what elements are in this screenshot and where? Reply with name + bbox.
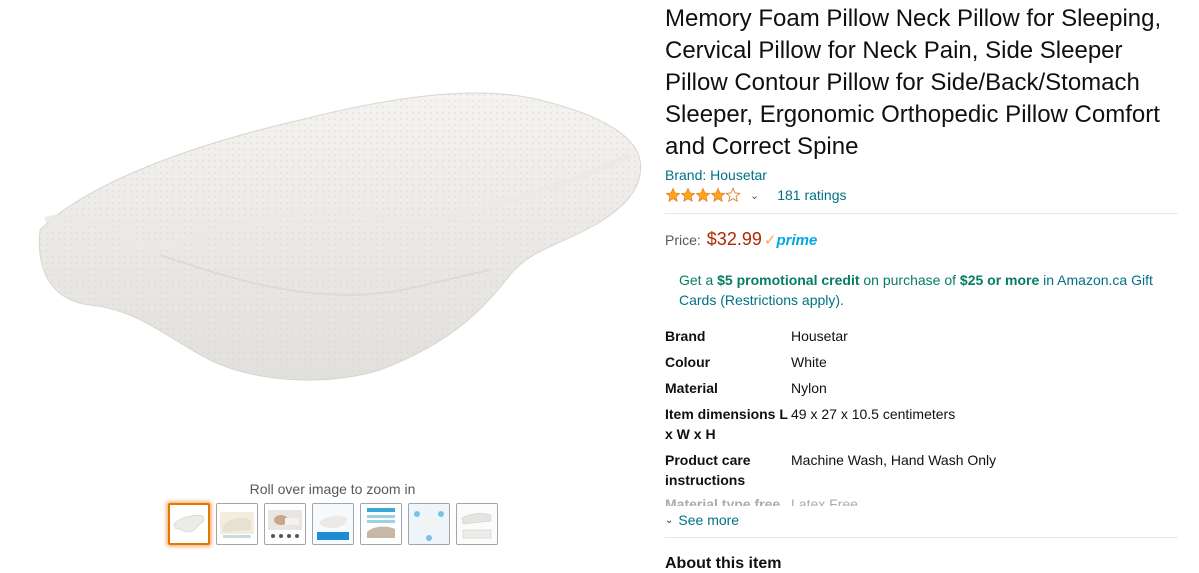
star-empty-icon [725,187,741,203]
product-details: Memory Foam Pillow Neck Pillow for Sleep… [665,0,1180,573]
spec-key: Material [665,380,718,396]
thumbnail-4[interactable] [312,503,354,545]
spec-key: Colour [665,354,711,370]
star-rating[interactable] [665,187,741,203]
spec-value: White [791,354,827,370]
spec-row-truncated: Material type free Latex Free [665,494,1180,506]
thumbnail-7[interactable] [456,503,498,545]
thumbnail-6[interactable] [408,503,450,545]
thumbnail-1[interactable] [168,503,210,545]
thumbnail-3[interactable] [264,503,306,545]
main-product-image[interactable] [20,80,650,410]
zoom-hint: Roll over image to zoom in [249,481,416,497]
spec-value: Machine Wash, Hand Wash Only [791,452,997,468]
rating-row: ⌄ 181 ratings [665,185,1180,205]
spec-value: Nylon [791,380,827,396]
spec-row: Colour White [665,352,1180,372]
promo-offer: Get a $5 promotional credit on purchase … [679,270,1169,310]
brand-link[interactable]: Brand: Housetar [665,167,1180,183]
spec-key: Material type free [665,496,781,506]
chevron-down-icon: ⌄ [665,514,674,526]
spec-key: Item dimensions L x W x H [665,406,788,442]
promo-credit: $5 promotional credit [717,272,860,288]
thumbnail-5[interactable] [360,503,402,545]
thumbnail-strip [168,503,498,545]
spec-row: Material Nylon [665,378,1180,398]
divider [665,213,1178,214]
spec-key: Product care instructions [665,452,751,488]
star-full-icon [680,187,696,202]
prime-badge-icon: ✓ prime [764,231,817,249]
spec-value: Housetar [791,328,848,344]
about-heading: About this item [665,555,782,572]
thumbnail-2[interactable] [216,503,258,545]
spec-value: Latex Free [791,496,858,506]
spec-value: 49 x 27 x 10.5 centimeters [791,406,956,422]
divider [665,537,1178,538]
star-full-icon [695,187,711,202]
price-value: $32.99 [706,229,762,249]
product-title: Memory Foam Pillow Neck Pillow for Sleep… [665,5,1162,160]
see-more-label: See more [678,512,740,528]
promo-text-1: Get a [679,272,718,288]
see-more-button[interactable]: ⌄ See more [665,512,1180,528]
promo-amount: $25 or more [959,272,1040,288]
prime-logo: prime [776,232,818,249]
ratings-count-link[interactable]: 181 ratings [777,187,846,203]
star-full-icon [665,187,681,202]
image-gallery: Roll over image to zoom in [0,0,660,572]
spec-row: Brand Housetar [665,326,1180,346]
spec-table: Brand Housetar Colour White Material Nyl… [665,326,1180,506]
price-row: Price: $32.99 ✓ prime [665,229,1180,250]
spec-row: Product care instructions Machine Wash, … [665,450,1180,490]
star-full-icon [710,187,726,202]
spec-row: Item dimensions L x W x H 49 x 27 x 10.5… [665,404,1180,444]
price-label: Price: [665,232,701,248]
prime-check-icon: ✓ [763,232,777,249]
spec-key: Brand [665,328,706,344]
promo-text-2: on purchase of [859,272,960,288]
chevron-down-icon[interactable]: ⌄ [750,189,759,202]
